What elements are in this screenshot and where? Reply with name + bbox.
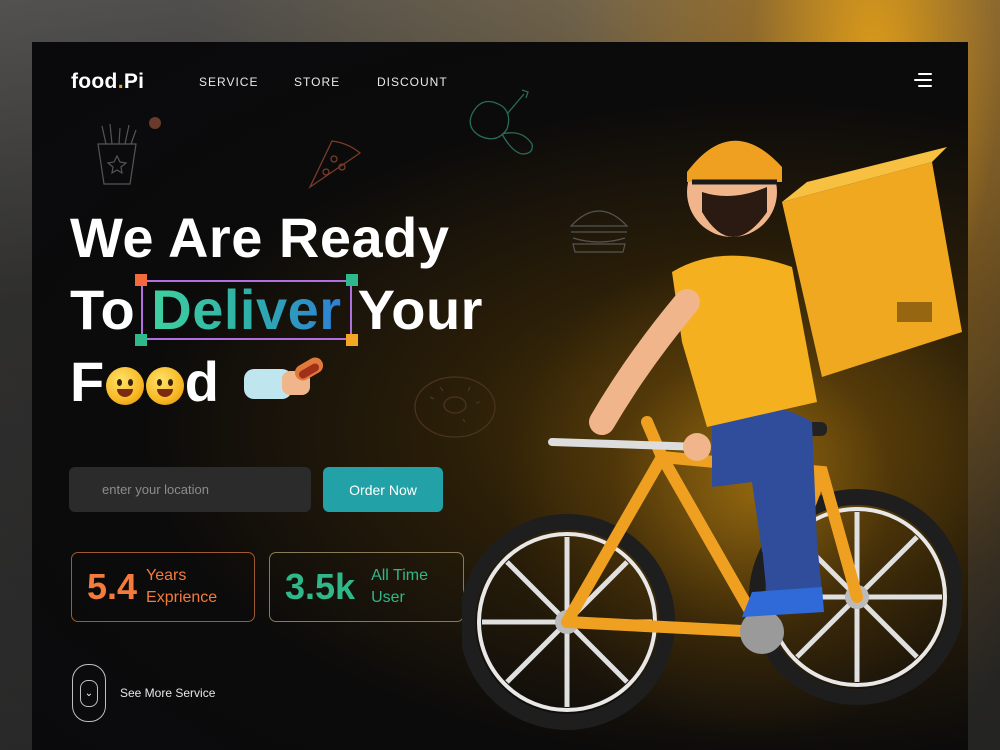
fries-doodle-icon [97,123,137,185]
headline-d: d [184,350,220,413]
stat-years-value: 5.4 [87,566,138,607]
hero-headline: We Are Ready To Deliver Your Fd [70,202,483,418]
order-now-button[interactable]: Order Now [323,467,443,512]
stat-users: 3.5k All Time User [269,552,464,622]
stat-years-label-1: Years [146,567,187,584]
nav-item-service[interactable]: SERVICE [199,75,258,89]
headline-f: F [70,350,105,413]
smile-emoji-icon [145,367,184,405]
brand-logo[interactable]: food.Pi [71,70,144,94]
pizza-doodle-icon [308,140,362,189]
location-search [69,467,311,512]
double-chevron-down-icon: ⌄ [80,680,98,707]
see-more-label[interactable]: See More Service [120,686,215,700]
delivery-backpack [782,147,962,377]
headline-line-2: To Deliver Your [70,274,483,346]
stat-users-label-2: User [371,589,405,606]
headline-line-1: We Are Ready [70,206,450,269]
corner-handle [135,334,148,346]
see-more-button[interactable]: ⌄ [72,664,106,722]
brand-name: food [71,70,118,93]
landing-page: food.Pi SERVICE STORE DISCOUNT We Are Re… [32,42,968,750]
hand-hotdog-icon [243,357,323,399]
smile-emoji-icon [105,367,144,405]
stat-users-value: 3.5k [285,566,356,607]
headline-to: To [70,278,136,341]
stat-years: 5.4 Years Exprience [71,552,255,622]
location-input[interactable] [69,467,311,512]
headline-line-3: Fd [70,346,483,418]
stat-users-label: All Time User [371,565,428,609]
nav-item-store[interactable]: STORE [294,75,340,89]
nav-item-discount[interactable]: DISCOUNT [377,75,448,89]
stat-years-label: Years Exprience [146,565,217,609]
headline-deliver: Deliver [151,278,342,341]
stat-users-label-1: All Time [371,567,428,584]
decor-dot [149,117,161,129]
brand-suffix: Pi [123,70,145,93]
corner-handle [345,334,358,346]
hamburger-menu-icon[interactable] [912,72,932,88]
corner-handle [135,274,148,286]
delivery-rider-illustration [462,140,962,730]
corner-handle [345,274,358,286]
stat-years-label-2: Exprience [146,589,218,606]
deliver-highlight-box: Deliver [135,274,358,346]
